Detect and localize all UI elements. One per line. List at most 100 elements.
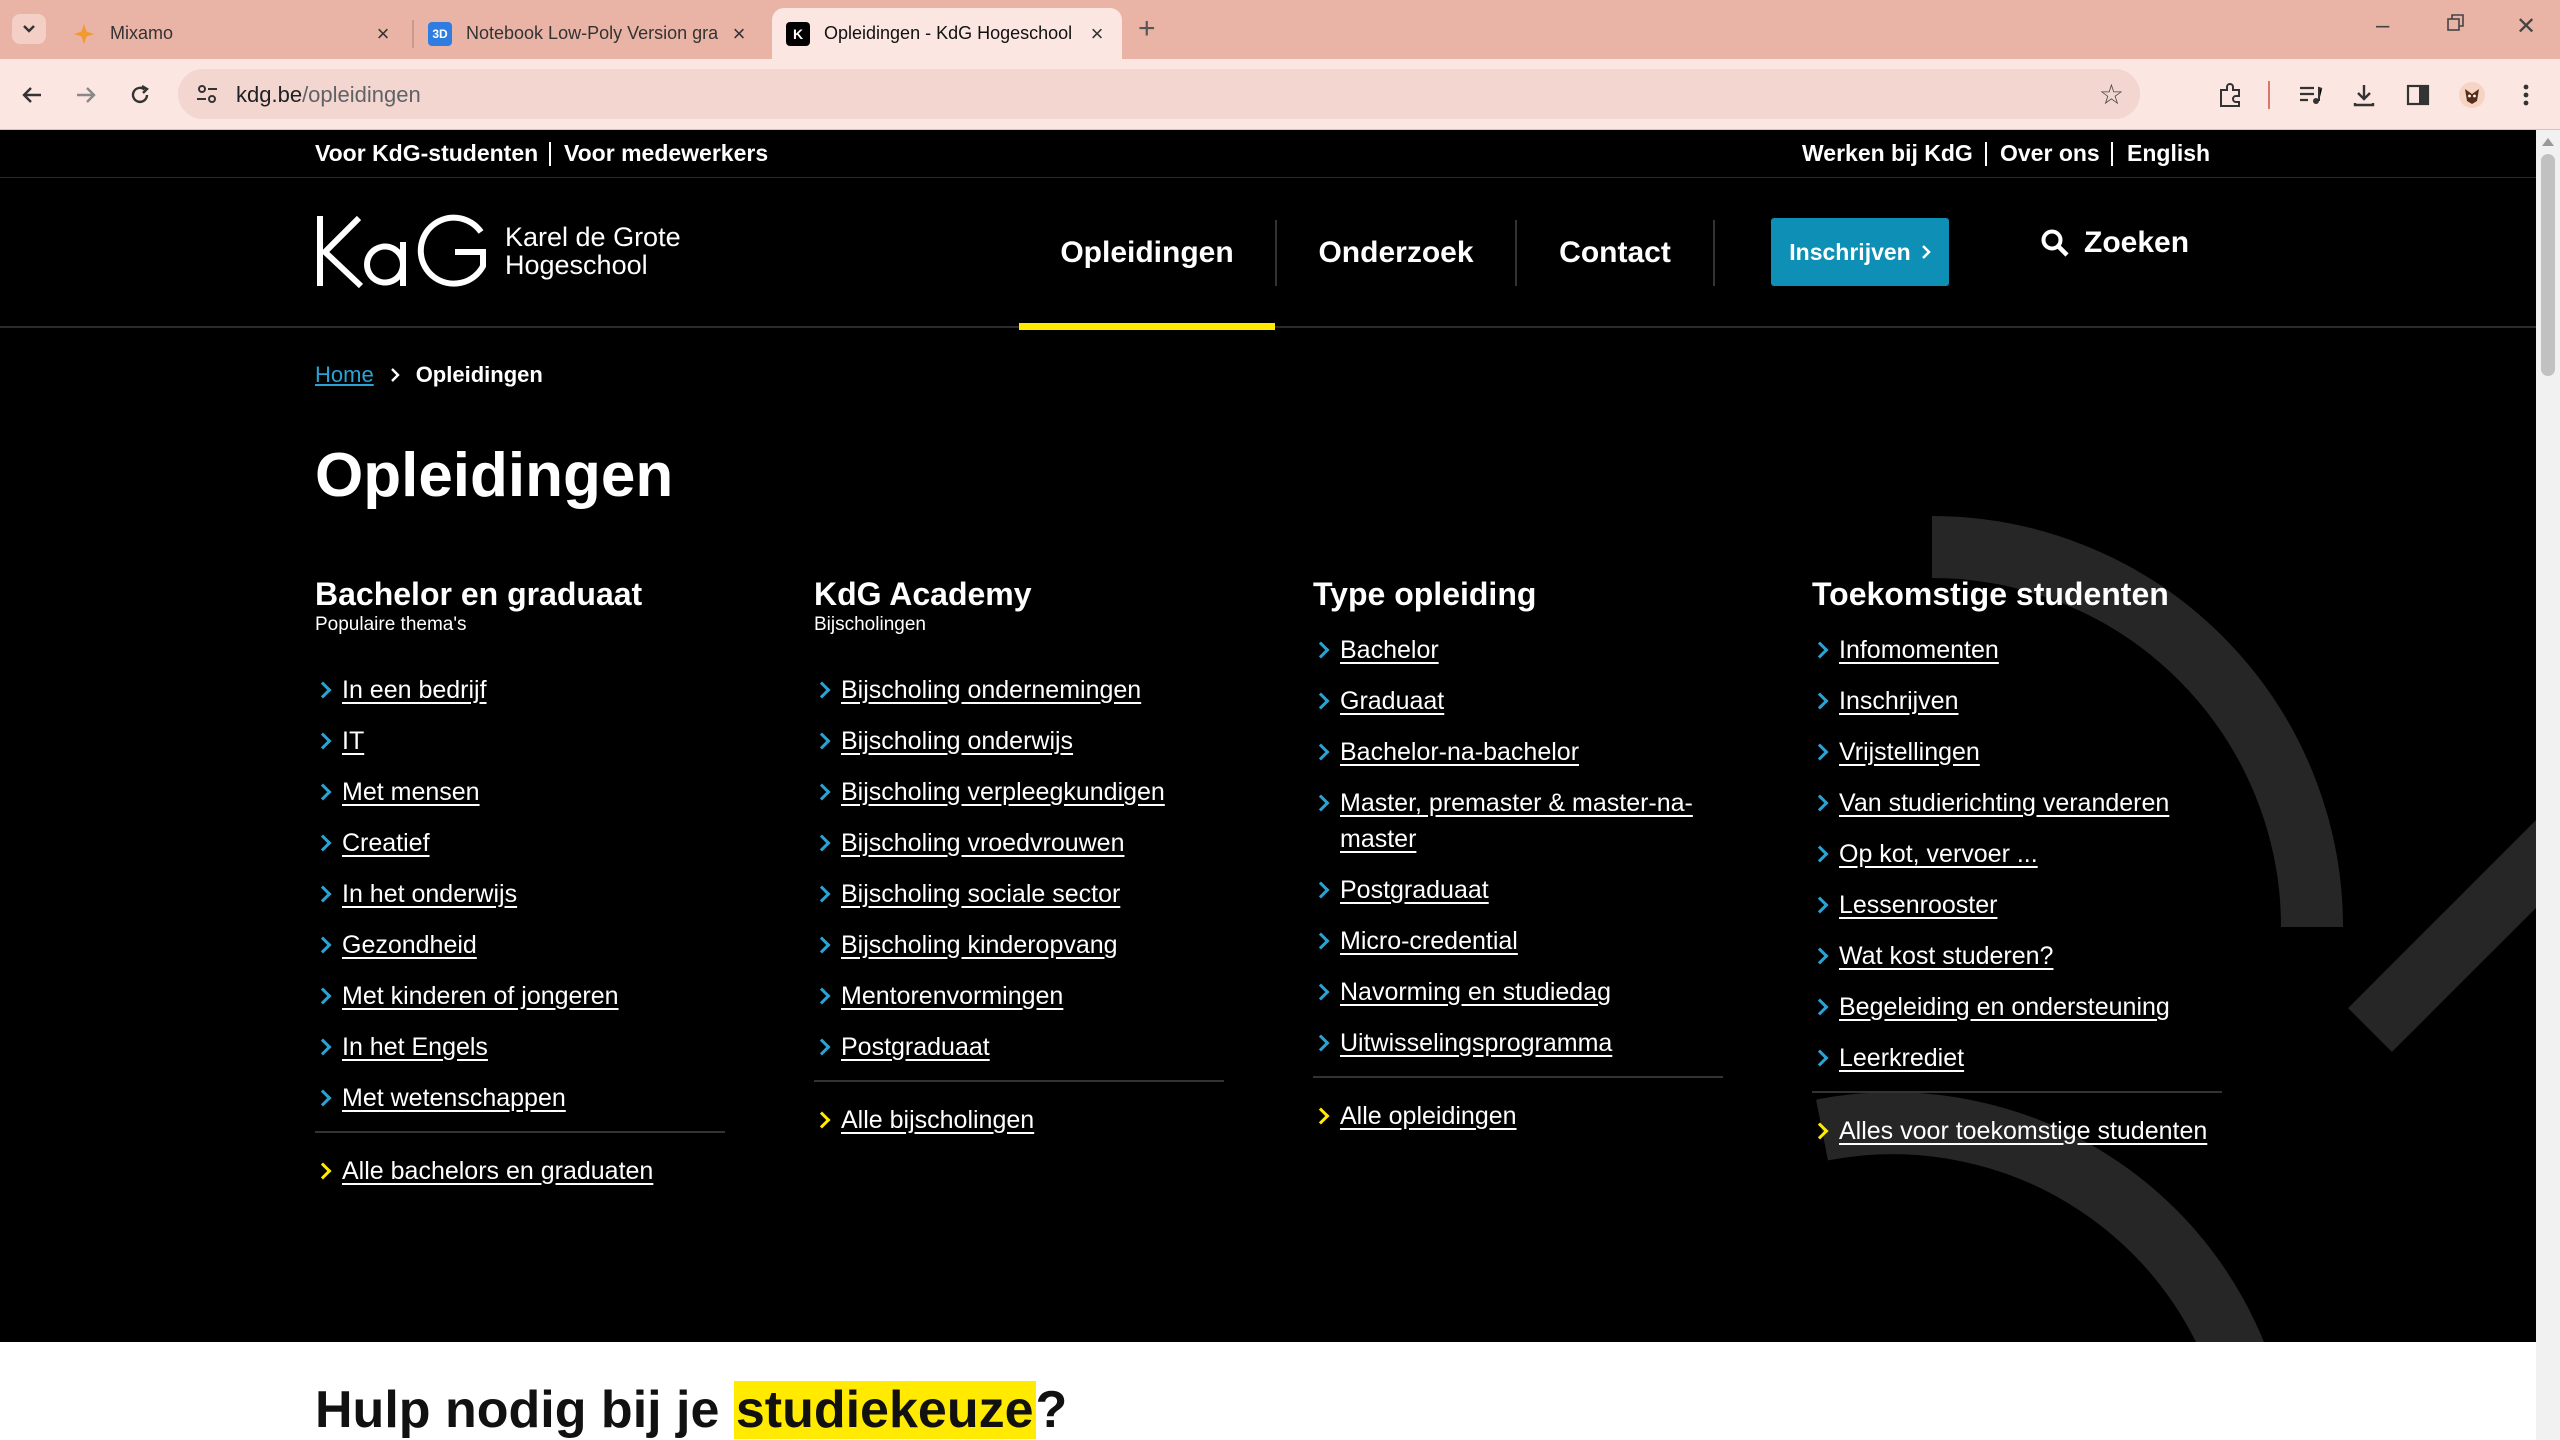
list-item[interactable]: Bachelor-na-bachelor: [1313, 734, 1723, 770]
search-button[interactable]: Zoeken: [2040, 226, 2189, 260]
web-page: Voor KdG-studenten Voor medewerkers Werk…: [0, 130, 2536, 1440]
list-item[interactable]: Lessenrooster: [1812, 887, 2222, 923]
all-link-list: Alle bijscholingen: [814, 1102, 1224, 1138]
tab-title: Mixamo: [110, 23, 174, 43]
list-item[interactable]: Wat kost studeren?: [1812, 938, 2222, 974]
page-scrollbar[interactable]: [2536, 130, 2560, 1440]
list-item[interactable]: Gezondheid: [315, 927, 725, 963]
list-item[interactable]: Bijscholing sociale sector: [814, 876, 1224, 912]
column-academy: KdG Academy Bijscholingen Bijscholing on…: [814, 574, 1224, 1153]
nav-divider: [1713, 220, 1715, 286]
list-item[interactable]: Master, premaster & master-na-master: [1313, 785, 1723, 857]
nav-opleidingen[interactable]: Opleidingen: [1019, 178, 1275, 330]
list-item[interactable]: Bijscholing verpleegkundigen: [814, 774, 1224, 810]
list-item[interactable]: IT: [315, 723, 725, 759]
inschrijven-label: Inschrijven: [1789, 238, 1911, 265]
list-item[interactable]: Mentorenvormingen: [814, 978, 1224, 1014]
close-icon[interactable]: ×: [372, 21, 394, 47]
logo-line-1: Karel de Grote: [505, 222, 681, 252]
list-item[interactable]: Bachelor: [1313, 632, 1723, 668]
list-item[interactable]: Begeleiding en ondersteuning: [1812, 989, 2222, 1025]
util-link-english[interactable]: English: [2127, 140, 2210, 167]
list-item[interactable]: Op kot, vervoer ...: [1812, 836, 2222, 872]
forward-icon[interactable]: [68, 77, 104, 113]
list-item[interactable]: Leerkrediet: [1812, 1040, 2222, 1076]
list-item[interactable]: Creatief: [315, 825, 725, 861]
list-item[interactable]: Bijscholing ondernemingen: [814, 672, 1224, 708]
download-icon[interactable]: [2346, 77, 2382, 113]
chevron-right-icon: [390, 368, 400, 382]
restore-icon[interactable]: [2446, 12, 2466, 40]
new-tab-button[interactable]: +: [1138, 12, 1156, 46]
list-item[interactable]: Bijscholing onderwijs: [814, 723, 1224, 759]
util-link-students[interactable]: Voor KdG-studenten: [315, 140, 538, 167]
list-item[interactable]: Infomomenten: [1812, 632, 2222, 668]
back-icon[interactable]: [14, 77, 50, 113]
profile-avatar-icon[interactable]: [2454, 77, 2490, 113]
util-link-staff[interactable]: Voor medewerkers: [564, 140, 768, 167]
inschrijven-button[interactable]: Inschrijven: [1771, 218, 1949, 286]
util-divider: [1985, 142, 1987, 166]
list-item[interactable]: Graduaat: [1313, 683, 1723, 719]
kdg-logo[interactable]: Karel de Grote Hogeschool: [315, 212, 681, 290]
util-link-about[interactable]: Over ons: [2000, 140, 2100, 167]
minimize-icon[interactable]: –: [2376, 12, 2389, 40]
nav-contact[interactable]: Contact: [1517, 178, 1713, 328]
tab-notebook[interactable]: 3D Notebook Low-Poly Version gra ×: [414, 8, 764, 59]
list-item[interactable]: Vrijstellingen: [1812, 734, 2222, 770]
list-item[interactable]: In een bedrijf: [315, 672, 725, 708]
util-link-jobs[interactable]: Werken bij KdG: [1802, 140, 1973, 167]
tab-opleidingen[interactable]: K Opleidingen - KdG Hogeschool ×: [772, 8, 1122, 59]
list-item[interactable]: Inschrijven: [1812, 683, 2222, 719]
list-item[interactable]: Bijscholing kinderopvang: [814, 927, 1224, 963]
side-panel-icon[interactable]: [2400, 77, 2436, 113]
list-item[interactable]: Met mensen: [315, 774, 725, 810]
close-icon[interactable]: ×: [728, 21, 750, 47]
list-item[interactable]: In het onderwijs: [315, 876, 725, 912]
column-bachelor: Bachelor en graduaat Populaire thema's I…: [315, 574, 725, 1204]
close-window-icon[interactable]: ✕: [2516, 12, 2536, 41]
toolbar-divider: [2268, 81, 2270, 109]
menu-kebab-icon[interactable]: [2508, 77, 2544, 113]
all-link[interactable]: Alle bijscholingen: [814, 1102, 1224, 1138]
address-bar[interactable]: kdg.be/opleidingen ☆: [178, 69, 2140, 119]
extensions-icon[interactable]: [2212, 77, 2248, 113]
util-divider: [2111, 142, 2113, 166]
list-item[interactable]: Navorming en studiedag: [1313, 974, 1723, 1010]
logo-text: Karel de Grote Hogeschool: [505, 223, 681, 279]
util-divider: [549, 142, 551, 166]
scrollbar-thumb[interactable]: [2541, 154, 2555, 376]
logo-line-2: Hogeschool: [505, 250, 648, 280]
column-title: Type opleiding: [1313, 576, 1537, 612]
site-settings-icon[interactable]: [194, 81, 220, 107]
list-item[interactable]: In het Engels: [315, 1029, 725, 1065]
breadcrumb-home[interactable]: Home: [315, 362, 374, 388]
tab-title: Opleidingen - KdG Hogeschool: [824, 23, 1073, 43]
list-item[interactable]: Van studierichting veranderen: [1812, 785, 2222, 821]
all-link[interactable]: Alle bachelors en graduaten: [315, 1153, 725, 1189]
list-item[interactable]: Bijscholing vroedvrouwen: [814, 825, 1224, 861]
tab-search-button[interactable]: [12, 14, 46, 44]
utility-bar: Voor KdG-studenten Voor medewerkers Werk…: [0, 130, 2536, 178]
media-control-icon[interactable]: [2292, 77, 2328, 113]
scroll-up-arrow-icon[interactable]: [2542, 138, 2554, 146]
divider: [1313, 1076, 1723, 1078]
list-item[interactable]: Micro-credential: [1313, 923, 1723, 959]
nav-onderzoek[interactable]: Onderzoek: [1277, 178, 1515, 328]
bookmark-star-icon[interactable]: ☆: [2099, 78, 2124, 111]
list-item[interactable]: Postgraduaat: [1313, 872, 1723, 908]
list-item[interactable]: Uitwisselingsprogramma: [1313, 1025, 1723, 1061]
divider: [814, 1080, 1224, 1082]
tab-mixamo[interactable]: Mixamo ×: [58, 8, 408, 59]
list-item[interactable]: Postgraduaat: [814, 1029, 1224, 1065]
close-icon[interactable]: ×: [1086, 21, 1108, 47]
list-item[interactable]: Met kinderen of jongeren: [315, 978, 725, 1014]
all-link[interactable]: Alle opleidingen: [1313, 1098, 1723, 1134]
3d-icon: 3D: [428, 21, 452, 46]
reload-icon[interactable]: [122, 77, 158, 113]
list-item[interactable]: Met wetenschappen: [315, 1080, 725, 1116]
column-title: KdG Academy: [814, 576, 1032, 612]
main-navigation: Karel de Grote Hogeschool Opleidingen On…: [0, 178, 2536, 330]
all-link[interactable]: Alles voor toekomstige studenten: [1812, 1113, 2222, 1149]
tab-title: Notebook Low-Poly Version gra: [466, 23, 719, 43]
